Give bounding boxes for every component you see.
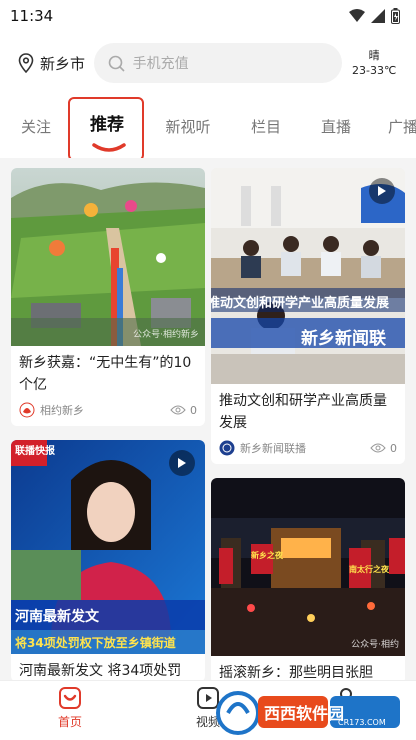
search-icon — [108, 55, 125, 72]
video-caption-line2: 新乡新闻联 — [301, 329, 386, 349]
search-placeholder: 手机充值 — [132, 56, 189, 72]
watermark-brand-name: 西西软件园 — [264, 704, 345, 723]
home-icon — [59, 687, 81, 709]
card-source[interactable]: 新乡新闻联播 — [219, 440, 306, 456]
card-watermark: 公众号·相约 — [351, 640, 399, 650]
signal-icon — [371, 9, 385, 23]
view-count: 0 — [370, 442, 397, 455]
card-title: 摇滚新乡：那些明目张胆 — [219, 665, 373, 680]
status-icons — [349, 8, 400, 24]
photo-sign-1: 新乡之夜 — [251, 551, 283, 560]
watermark-brand-url: CR173.COM — [338, 718, 386, 727]
news-feed: 公众号·相约新乡 新乡获嘉：“无中生有”的10个亿 相约新乡 0 推动文创和研学… — [0, 158, 416, 680]
city-name: 新乡市 — [40, 54, 86, 73]
card-title: 河南最新发文 将34项处罚 — [19, 663, 182, 679]
play-icon — [378, 186, 386, 196]
tab-recommend[interactable]: 推荐 — [70, 90, 144, 154]
status-bar: 11:34 — [0, 0, 416, 32]
city-selector[interactable]: 新乡市 — [18, 53, 94, 74]
video-caption-line2: 将34项处罚权下放至乡镇街道 — [15, 636, 176, 650]
card-thumbnail: 新乡之夜 南太行之夜 公众号·相约 — [211, 478, 405, 656]
battery-icon — [391, 8, 400, 24]
play-button[interactable] — [169, 450, 195, 476]
site-watermark: 西西软件园 CR173.COM — [214, 690, 404, 736]
eye-icon — [170, 405, 186, 415]
view-count-value: 0 — [190, 403, 197, 417]
nav-home[interactable]: 首页 — [30, 687, 110, 730]
weather-condition: 晴 — [368, 49, 380, 62]
card-title: 新乡获嘉：“无中生有”的10个亿 — [19, 355, 192, 393]
source-name: 新乡新闻联播 — [240, 442, 306, 455]
card-source[interactable]: 相约新乡 — [19, 402, 84, 418]
card-thumbnail: 公众号·相约新乡 — [11, 168, 205, 346]
feed-card[interactable]: 联播快报 河南最新发文 将34项处罚权下放至乡镇街道 河南最新发文 将34项处罚 — [11, 440, 205, 680]
festival-aerial-photo — [11, 168, 205, 346]
search-input[interactable]: 手机充值 — [93, 43, 343, 83]
status-time: 11:34 — [10, 7, 54, 25]
weather-temp: 23-33℃ — [352, 64, 397, 77]
view-count-value: 0 — [390, 441, 397, 455]
play-button[interactable] — [369, 178, 395, 204]
feed-card[interactable]: 新乡之夜 南太行之夜 公众号·相约 摇滚新乡：那些明目张胆 — [211, 478, 405, 680]
weather-widget[interactable]: 晴 23-33℃ — [342, 48, 406, 78]
source-name: 相约新乡 — [40, 404, 84, 417]
location-pin-icon — [18, 53, 34, 73]
play-icon — [178, 458, 186, 468]
card-title: 推动文创和研学产业高质量发展 — [219, 393, 387, 431]
tab-columns[interactable]: 栏目 — [244, 94, 288, 158]
card-meta: 相约新乡 0 — [11, 396, 205, 426]
tab-live[interactable]: 直播 — [314, 94, 358, 158]
source-avatar-icon — [19, 402, 35, 418]
video-caption-line1: 推动文创和研学产业高质量发展 — [211, 296, 390, 311]
channel-tabs: 关注 推荐 新视听 栏目 直播 广播 — [0, 94, 416, 161]
card-watermark: 公众号·相约新乡 — [133, 330, 199, 340]
eye-icon — [370, 443, 386, 453]
view-count: 0 — [170, 404, 197, 417]
tab-new-av[interactable]: 新视听 — [160, 94, 216, 158]
source-avatar-icon — [219, 440, 235, 456]
tab-follow[interactable]: 关注 — [14, 94, 58, 158]
card-thumbnail: 推动文创和研学产业高质量发展 新乡新闻联 — [211, 168, 405, 384]
feed-card[interactable]: 公众号·相约新乡 新乡获嘉：“无中生有”的10个亿 相约新乡 0 — [11, 168, 205, 426]
app-screen: 11:34 新乡市 手机充值 晴 23-33℃ 关注 推荐 新视听 栏目 直播 — [0, 0, 416, 740]
video-caption-line1: 河南最新发文 — [15, 609, 99, 625]
header: 新乡市 手机充值 晴 23-33℃ — [0, 32, 416, 94]
photo-sign-2: 南太行之夜 — [349, 565, 389, 574]
feed-card[interactable]: 推动文创和研学产业高质量发展 新乡新闻联 推动文创和研学产业高质量发展 新乡新闻… — [211, 168, 405, 464]
video-badge: 联播快报 — [15, 446, 55, 457]
card-meta: 新乡新闻联播 0 — [211, 434, 405, 464]
card-thumbnail: 联播快报 河南最新发文 将34项处罚权下放至乡镇街道 — [11, 440, 205, 654]
nav-home-label: 首页 — [57, 715, 82, 729]
wifi-icon — [349, 9, 365, 22]
tab-radio[interactable]: 广播 — [388, 94, 416, 158]
